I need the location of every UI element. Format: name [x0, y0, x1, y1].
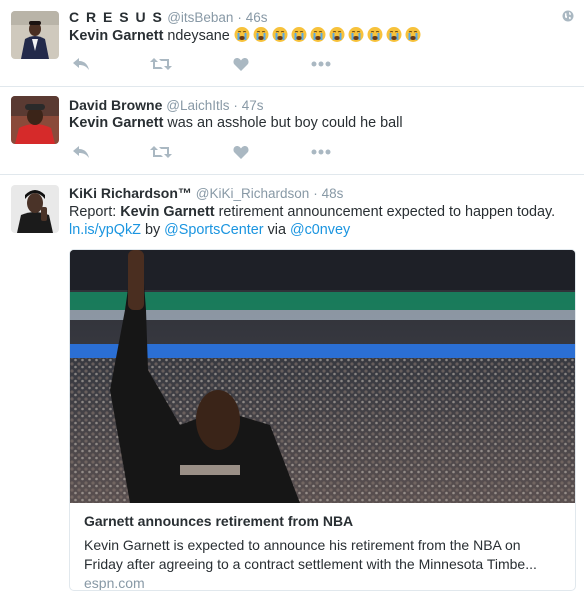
mention-link[interactable]: Kevin Garnett: [120, 204, 214, 220]
card-domain: espn.com: [84, 575, 145, 591]
more-button[interactable]: [309, 55, 333, 73]
timestamp[interactable]: 46s: [246, 10, 268, 25]
tweet-text: Kevin Garnett ndeysane: [69, 26, 424, 44]
tweet-header: KiKi Richardson™ @KiKi_Richardson · 48s: [69, 185, 343, 201]
separator: ·: [237, 10, 242, 25]
retweet-icon: [150, 58, 172, 70]
retweet-button[interactable]: [149, 55, 173, 73]
timestamp[interactable]: 48s: [322, 186, 344, 201]
display-name[interactable]: KiKi Richardson™: [69, 185, 192, 201]
card-image[interactable]: [70, 250, 575, 503]
like-icon: [233, 58, 249, 71]
reply-button[interactable]: [69, 143, 93, 161]
avatar[interactable]: [11, 96, 59, 144]
emoji-row: [234, 26, 424, 44]
crying-emoji-icon: [234, 26, 421, 43]
tweet-3[interactable]: KiKi Richardson™ @KiKi_Richardson · 48s …: [0, 175, 584, 591]
avatar[interactable]: [11, 185, 59, 233]
tweet-actions: [69, 55, 349, 73]
tweet-header: David Browne @LaichItls · 47s: [69, 97, 264, 113]
tweet-text-body: retirement announcement expected to happ…: [214, 204, 556, 220]
display-name[interactable]: David Browne: [69, 97, 162, 113]
like-button[interactable]: [229, 55, 253, 73]
more-icon: [311, 149, 331, 155]
retweet-icon: [150, 146, 172, 158]
tweet-text: Kevin Garnett was an asshole but boy cou…: [69, 115, 403, 131]
mention-c0nvey[interactable]: @c0nvey: [290, 222, 350, 238]
more-icon: [311, 61, 331, 67]
avatar[interactable]: [11, 11, 59, 59]
mention-sportscenter[interactable]: @SportsCenter: [164, 222, 263, 238]
tweet-text-body: ndeysane: [163, 28, 230, 44]
tweet-text-prefix: Report:: [69, 204, 121, 220]
username[interactable]: @KiKi_Richardson: [196, 186, 310, 201]
card-description: Kevin Garnett is expected to announce hi…: [84, 536, 564, 574]
tweet-header: C R E S U S @itsBeban · 46s: [69, 9, 268, 25]
tweet-2[interactable]: David Browne @LaichItls · 47s Kevin Garn…: [0, 87, 584, 175]
tweet-text: Report: Kevin Garnett retirement announc…: [69, 204, 555, 220]
via-word: via: [263, 222, 290, 238]
more-button[interactable]: [309, 143, 333, 161]
link-card[interactable]: Garnett announces retirement from NBA Ke…: [69, 249, 576, 591]
short-link[interactable]: ln.is/ypQkZ: [69, 222, 141, 238]
mention-link[interactable]: Kevin Garnett: [69, 28, 163, 44]
separator: ·: [233, 98, 238, 113]
retweet-button[interactable]: [149, 143, 173, 161]
tweet-actions: [69, 143, 349, 161]
separator: ·: [313, 186, 318, 201]
by-word: by: [140, 222, 165, 238]
username[interactable]: @itsBeban: [167, 10, 233, 25]
tweet-links: ln.is/ypQkZ by @SportsCenter via @c0nvey: [69, 222, 350, 238]
mention-link[interactable]: Kevin Garnett: [69, 115, 163, 131]
username[interactable]: @LaichItls: [166, 98, 229, 113]
tweet-text-body: was an asshole but boy could he ball: [163, 115, 403, 131]
reply-icon: [73, 146, 89, 158]
card-description-line-1: Kevin Garnett is expected to announce hi…: [84, 537, 521, 553]
timestamp[interactable]: 47s: [242, 98, 264, 113]
reply-icon: [73, 58, 89, 70]
like-icon: [233, 146, 249, 159]
card-title[interactable]: Garnett announces retirement from NBA: [84, 513, 353, 529]
tweet-1[interactable]: C R E S U S @itsBeban · 46s Kevin Garnet…: [0, 0, 584, 87]
card-description-line-2: Friday after agreeing to a contract sett…: [84, 556, 537, 572]
reply-button[interactable]: [69, 55, 93, 73]
display-name[interactable]: C R E S U S: [69, 9, 163, 25]
like-button[interactable]: [229, 143, 253, 161]
